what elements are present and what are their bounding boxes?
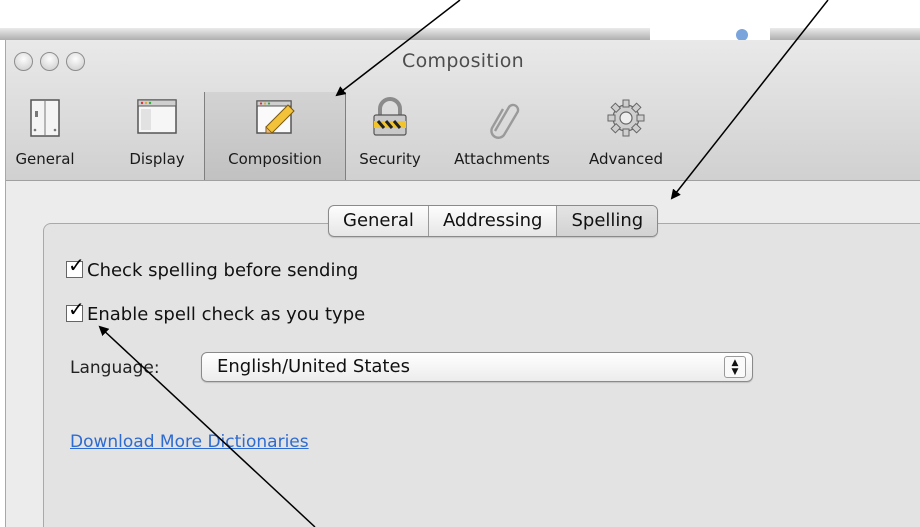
toolbar-general[interactable]: General	[6, 92, 84, 180]
toolbar-composition[interactable]: Composition	[204, 92, 346, 180]
check-before-sending-row: ✓ Check spelling before sending	[66, 255, 359, 281]
updown-arrows-icon: ▲ ▼	[724, 356, 746, 378]
composition-pencil-icon	[256, 100, 295, 134]
toolbar-attachments[interactable]: Attachments	[441, 92, 563, 180]
spell-check-as-type-checkbox[interactable]: ✓	[66, 299, 85, 322]
composition-tab-control: General Addressing Spelling	[328, 205, 659, 237]
toolbar-display[interactable]: Display	[118, 92, 196, 180]
toolbar-advanced-label: Advanced	[588, 150, 664, 168]
general-prefs-icon	[30, 99, 60, 137]
preferences-window: Composition General Display Composition …	[5, 40, 920, 527]
check-before-sending-checkbox[interactable]: ✓	[66, 255, 85, 278]
cropped-document-text	[0, 0, 920, 40]
checkmark-icon: ✓	[68, 253, 85, 277]
language-popup[interactable]: English/United States ▲ ▼	[201, 352, 753, 382]
spell-check-as-type-label: Enable spell check as you type	[87, 304, 366, 325]
language-label: Language:	[70, 358, 160, 378]
spell-check-as-type-row: ✓ Enable spell check as you type	[66, 299, 366, 325]
paperclip-icon	[490, 103, 520, 139]
toolbar-general-label: General	[15, 150, 75, 168]
tab-general[interactable]: General	[329, 206, 429, 236]
toolbar-security-label: Security	[359, 150, 421, 168]
checkmark-icon: ✓	[68, 297, 85, 321]
language-value: English/United States	[217, 356, 410, 377]
preferences-toolbar: General Display Composition Security Att…	[6, 92, 920, 180]
toolbar-advanced[interactable]: Advanced	[571, 92, 681, 180]
security-padlock-icon	[373, 97, 407, 136]
cropped-text-line	[770, 28, 920, 40]
toolbar-security[interactable]: Security	[349, 92, 431, 180]
toolbar-display-label: Display	[129, 150, 185, 168]
check-before-sending-label: Check spelling before sending	[87, 260, 359, 281]
cropped-bullet	[736, 29, 748, 40]
toolbar-attachments-label: Attachments	[454, 150, 550, 168]
window-title: Composition	[402, 50, 524, 72]
tab-spelling[interactable]: Spelling	[557, 206, 658, 236]
toolbar-composition-label: Composition	[228, 150, 322, 168]
download-dictionaries-link[interactable]: Download More Dictionaries	[70, 432, 309, 452]
gear-icon	[607, 99, 645, 137]
cropped-text-line	[0, 28, 650, 40]
display-prefs-icon	[137, 99, 177, 134]
spelling-pane: General Addressing Spelling ✓ Check spell…	[6, 180, 920, 527]
tab-addressing[interactable]: Addressing	[429, 206, 558, 236]
